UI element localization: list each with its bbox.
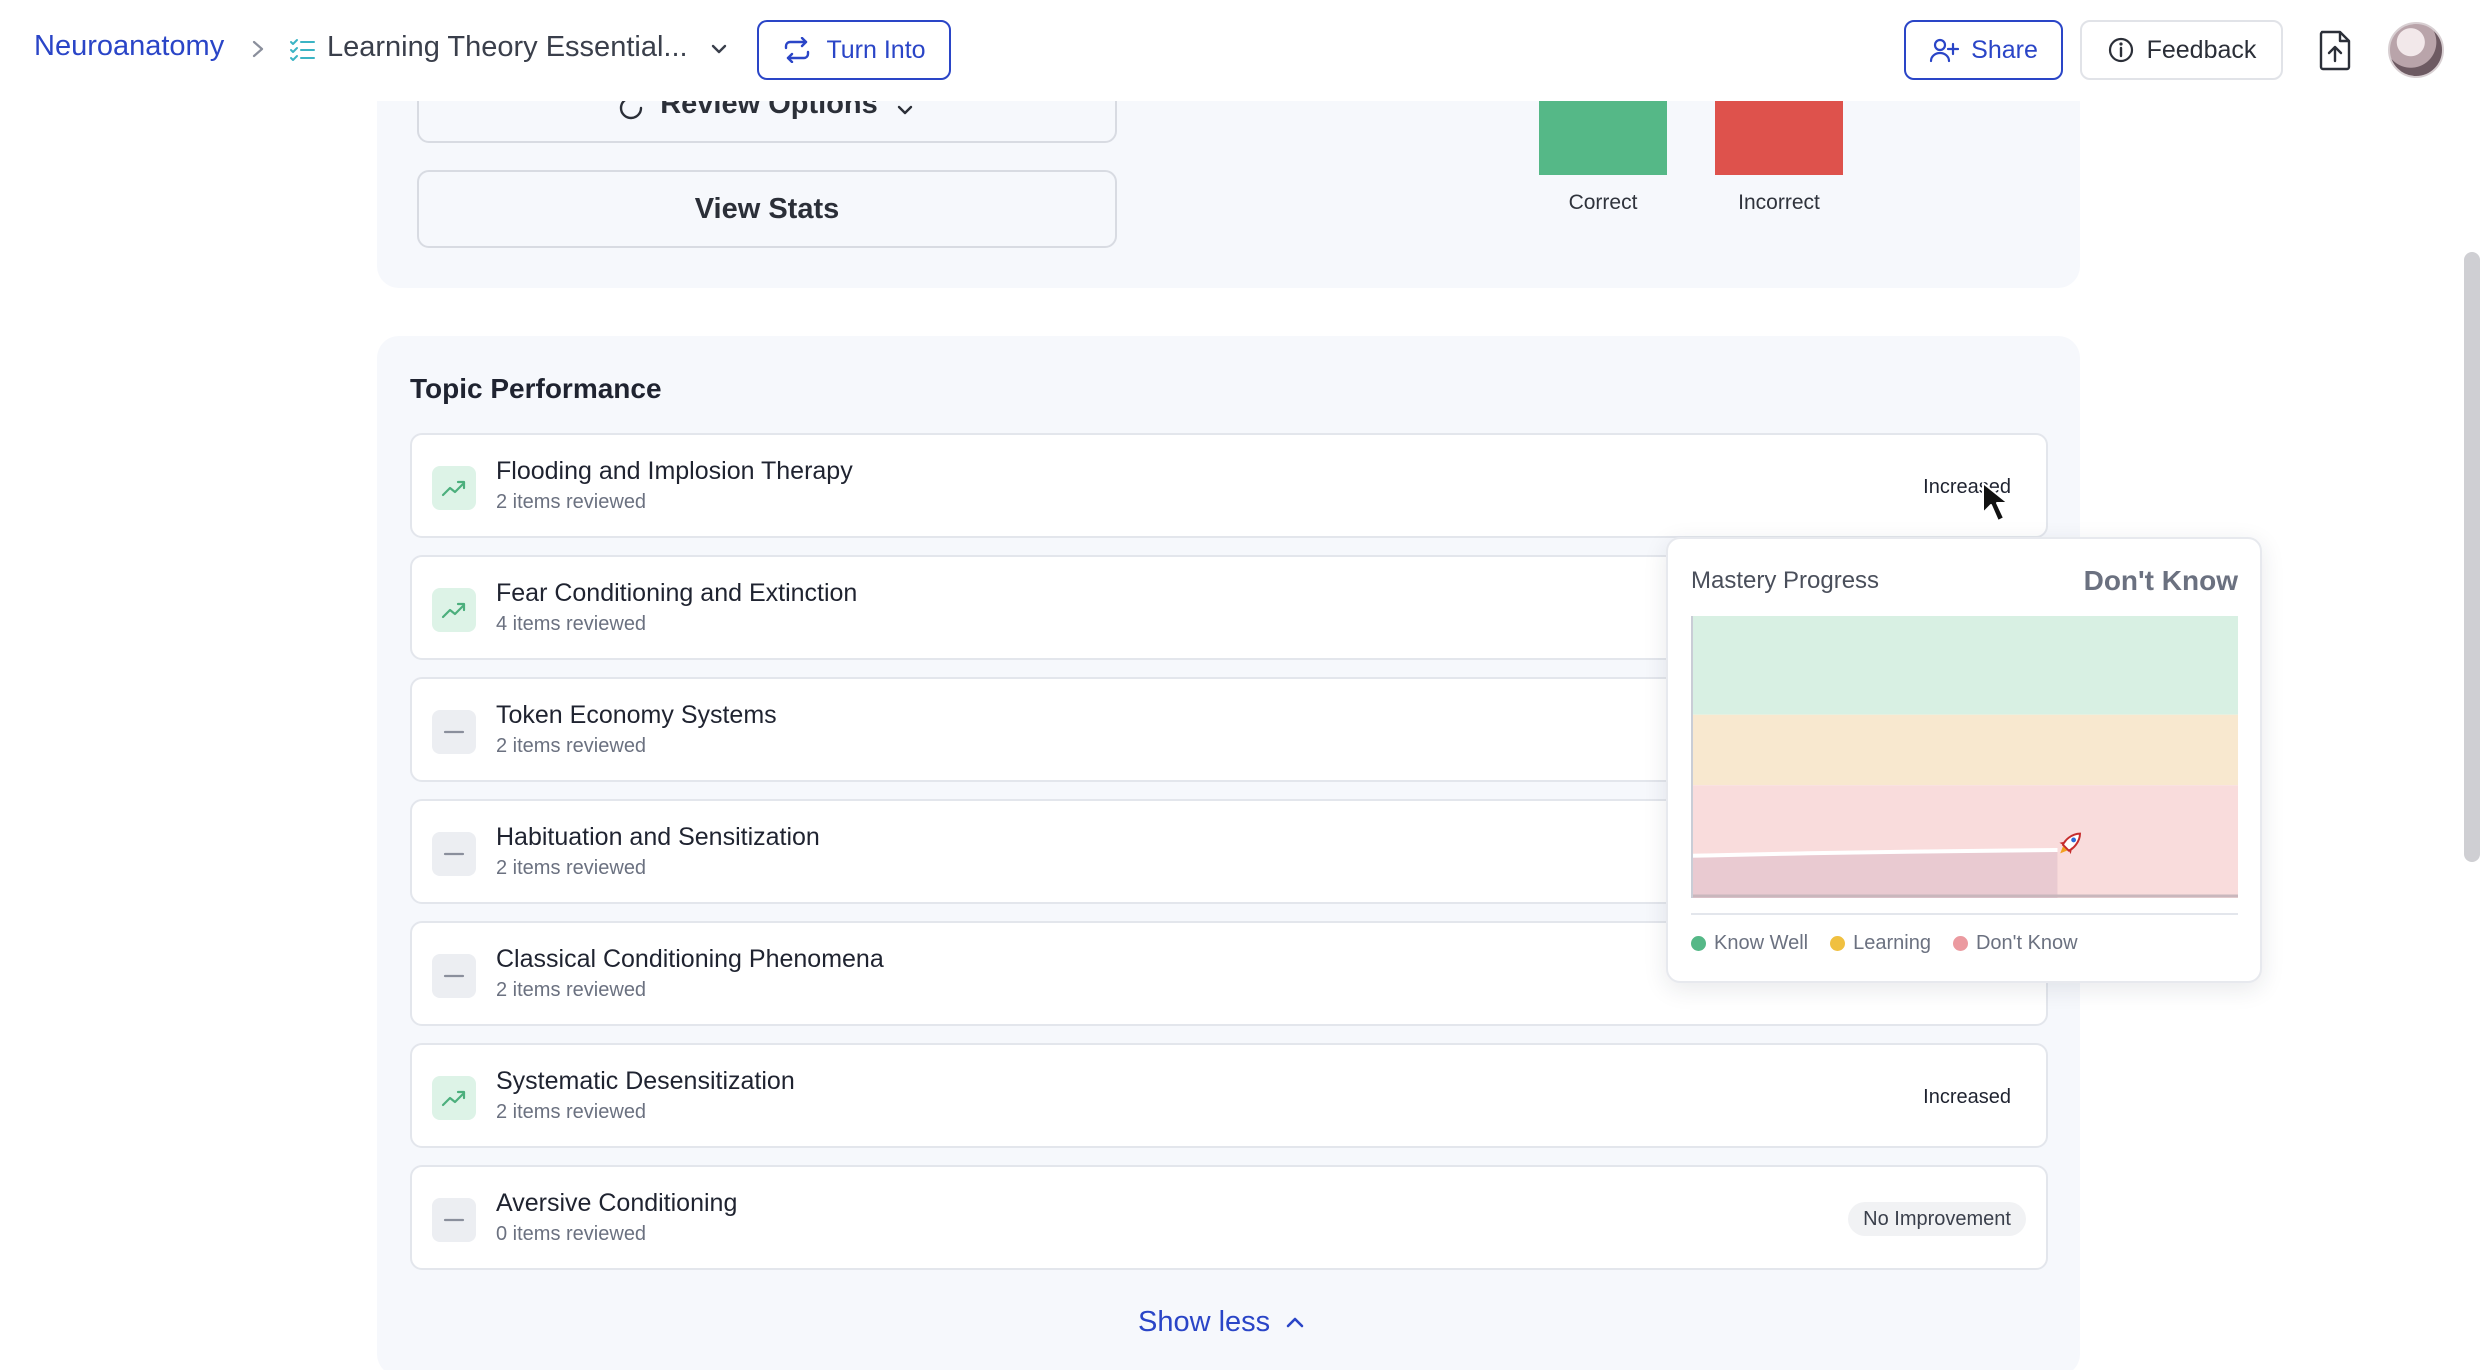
mastery-progress-popover: Mastery Progress Don't Know Know Well Lea… <box>1666 537 2262 983</box>
topic-name: Classical Conditioning Phenomena <box>496 945 884 973</box>
correct-label: Correct <box>1568 191 1638 214</box>
trending-up-icon <box>432 1076 476 1120</box>
topic-name: Token Economy Systems <box>496 701 777 729</box>
legend-dot <box>1952 936 1968 951</box>
legend-item: Know Well <box>1691 932 1808 955</box>
topic-items-reviewed: 2 items reviewed <box>496 735 647 757</box>
topic-items-reviewed: 2 items reviewed <box>496 979 647 1001</box>
trending-up-icon <box>432 588 476 632</box>
legend-label: Know Well <box>1714 932 1809 954</box>
topic-items-reviewed: 2 items reviewed <box>496 857 647 879</box>
info-icon <box>2108 37 2133 63</box>
topic-name: Aversive Conditioning <box>496 1189 738 1217</box>
avatar[interactable] <box>2388 22 2444 78</box>
minus-icon <box>432 832 476 876</box>
export-button[interactable] <box>2315 27 2355 73</box>
turn-into-label: Turn Into <box>826 35 926 64</box>
topic-items-reviewed: 0 items reviewed <box>496 1223 647 1245</box>
topic-name: Systematic Desensitization <box>496 1067 795 1095</box>
legend-item: Don't Know <box>1952 932 2078 955</box>
legend-dot <box>1691 936 1706 951</box>
checklist-icon <box>290 39 315 61</box>
mastery-legend: Know Well Learning Don't Know <box>1691 932 2078 955</box>
incorrect-label: Incorrect <box>1738 191 1820 214</box>
mastery-zone <box>1691 616 2238 715</box>
user-plus-icon <box>1930 38 1960 63</box>
share-label: Share <box>1971 35 2038 64</box>
scrollbar-thumb[interactable] <box>2464 252 2480 862</box>
document-title[interactable]: Learning Theory Essential... <box>327 31 688 64</box>
minus-icon <box>432 710 476 754</box>
topic-name: Fear Conditioning and Extinction <box>496 579 858 607</box>
topic-items-reviewed: 2 items reviewed <box>496 491 647 513</box>
topic-status-badge: No Improvement <box>1848 1202 2026 1236</box>
progress-area <box>1691 850 2058 898</box>
breadcrumb-root-link[interactable]: Neuroanatomy <box>34 30 224 63</box>
turn-into-button[interactable]: Turn Into <box>757 20 951 80</box>
topic-status-badge: Increased <box>1923 1085 2011 1108</box>
topic-name: Flooding and Implosion Therapy <box>496 457 853 485</box>
file-upload-icon <box>2319 30 2351 71</box>
topic-performance-title: Topic Performance <box>410 373 662 404</box>
chevron-right-icon <box>252 40 264 58</box>
trending-up-icon <box>432 466 476 510</box>
topic-items-reviewed: 4 items reviewed <box>496 613 647 635</box>
mastery-zone <box>1691 714 2238 786</box>
mastery-progress-chart <box>1691 616 2238 898</box>
topic-items-reviewed: 2 items reviewed <box>496 1101 647 1123</box>
topic-row[interactable]: Systematic Desensitization 2 items review… <box>410 1043 2048 1148</box>
legend-item: Learning <box>1830 932 1931 955</box>
view-stats-label: View Stats <box>694 192 840 225</box>
popover-divider <box>1691 913 2238 915</box>
chevron-down-icon <box>897 105 912 115</box>
chevron-down-icon[interactable] <box>708 38 730 60</box>
minus-icon <box>432 1198 476 1242</box>
topic-row[interactable]: Aversive Conditioning 0 items reviewed No … <box>410 1165 2048 1270</box>
legend-label: Don't Know <box>1975 932 2078 954</box>
top-bar: Neuroanatomy Learning Theory Essential..… <box>0 0 2484 101</box>
legend-dot <box>1830 936 1846 951</box>
minus-icon <box>432 954 476 998</box>
view-stats-button[interactable]: View Stats <box>417 170 1117 248</box>
show-less-label: Show less <box>1138 1306 1271 1338</box>
share-button[interactable]: Share <box>1904 20 2063 80</box>
show-less-button[interactable]: Show less <box>1138 1306 1306 1339</box>
repeat-icon <box>785 37 810 63</box>
legend-label: Learning <box>1853 932 1931 954</box>
topic-row[interactable]: Flooding and Implosion Therapy 2 items re… <box>410 433 2048 538</box>
feedback-label: Feedback <box>2146 35 2257 64</box>
mastery-level-label: Don't Know <box>2083 565 2238 596</box>
mastery-progress-title: Mastery Progress <box>1691 567 1880 594</box>
mouse-cursor-icon <box>1982 482 2009 522</box>
app-root: Review Options View Stats Correct Incorr… <box>0 0 2484 1370</box>
topic-name: Habituation and Sensitization <box>496 823 820 851</box>
feedback-button[interactable]: Feedback <box>2080 20 2283 80</box>
chevron-up-icon <box>1286 1317 1304 1327</box>
